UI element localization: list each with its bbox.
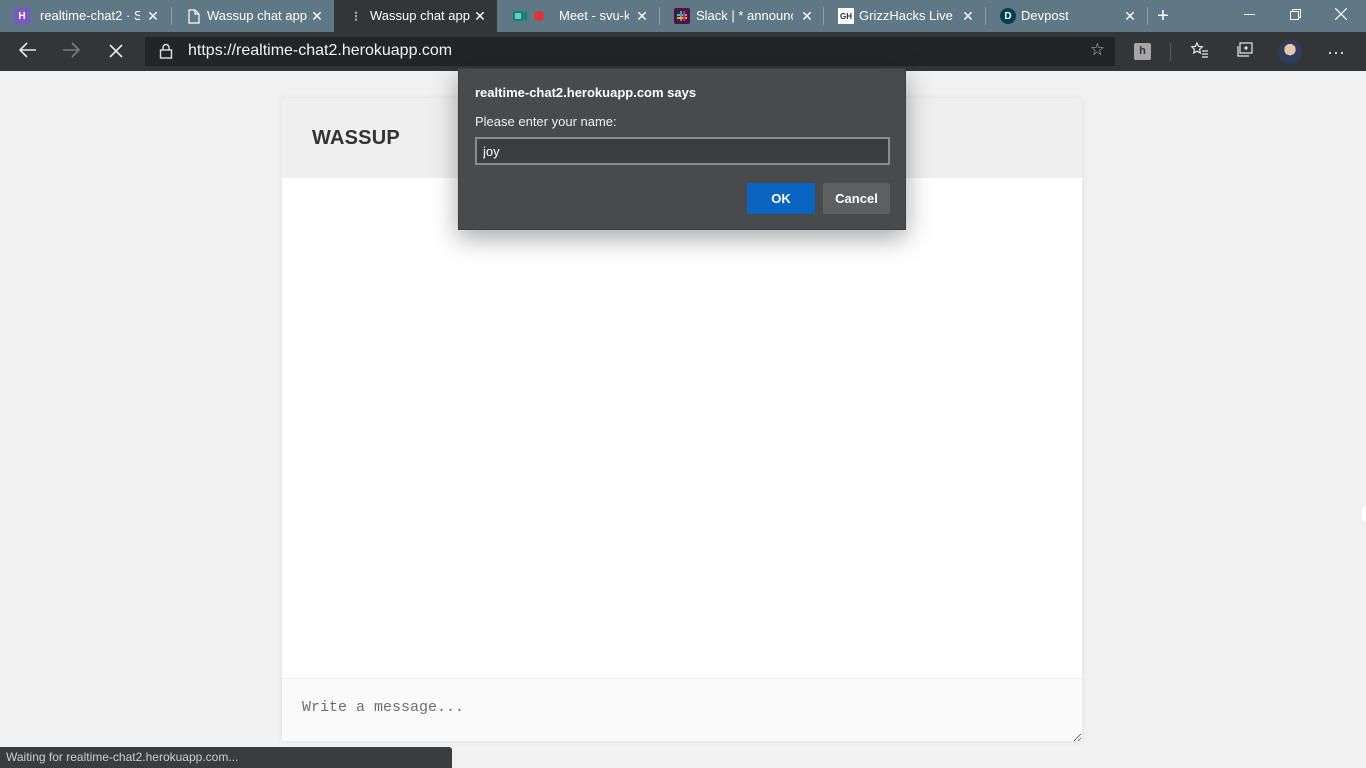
tab-realtime-chat2[interactable]: H realtime-chat2 · Se ✕ — [0, 0, 170, 32]
gh-icon: GH — [838, 8, 854, 24]
dialog-message: Please enter your name: — [475, 114, 617, 129]
close-tab-icon[interactable]: ✕ — [309, 8, 325, 24]
minimize-button[interactable] — [1226, 0, 1272, 32]
tab-meet[interactable]: Meet - svu-k ✕ — [498, 0, 658, 32]
forward-button[interactable] — [57, 38, 85, 66]
tab-slack[interactable]: Slack | * announce ✕ — [660, 0, 822, 32]
page-icon — [186, 8, 202, 24]
more-menu-icon[interactable]: ··· — [1322, 38, 1350, 66]
slack-icon — [674, 8, 690, 24]
browser-toolbar: https://realtime-chat2.herokuapp.com ☆ h… — [0, 32, 1366, 71]
dialog-title: realtime-chat2.herokuapp.com says — [475, 85, 697, 100]
meet-icon — [512, 8, 528, 24]
tab-title: realtime-chat2 · Se — [40, 8, 140, 23]
close-tab-icon[interactable]: ✕ — [1122, 8, 1138, 24]
prompt-dialog: realtime-chat2.herokuapp.com says Please… — [458, 68, 906, 230]
tab-title: Devpost — [1021, 8, 1069, 23]
favorites-icon[interactable] — [1186, 38, 1214, 66]
stop-loading-button[interactable] — [102, 38, 130, 66]
favorite-star-icon[interactable]: ☆ — [1090, 40, 1105, 60]
tab-strip: H realtime-chat2 · Se ✕ Wassup chat app … — [0, 0, 1366, 32]
close-window-button[interactable] — [1318, 0, 1364, 32]
loading-icon: ⁝ — [353, 7, 359, 24]
tab-wassup-active[interactable]: ⁝ Wassup chat app ✕ — [334, 0, 497, 32]
extension-icon[interactable]: h — [1134, 43, 1151, 60]
cancel-button[interactable]: Cancel — [823, 183, 890, 214]
message-input[interactable] — [282, 679, 1082, 742]
heroku-icon: H — [14, 8, 30, 24]
tab-divider — [1147, 7, 1148, 25]
messages-area — [282, 178, 1082, 678]
recording-dot-icon — [534, 11, 544, 21]
ok-button[interactable]: OK — [747, 183, 815, 214]
profile-avatar[interactable] — [1278, 40, 1302, 64]
tab-devpost[interactable]: D Devpost ✕ — [986, 0, 1146, 32]
close-tab-icon[interactable]: ✕ — [634, 8, 650, 24]
collections-icon[interactable] — [1231, 38, 1259, 66]
tab-wassup-1[interactable]: Wassup chat app ✕ — [172, 0, 332, 32]
close-tab-icon[interactable]: ✕ — [145, 8, 161, 24]
tab-title: GrizzHacks Live — [859, 8, 953, 23]
lock-icon — [159, 43, 173, 59]
tab-title: Wassup chat app — [370, 8, 470, 23]
devpost-icon: D — [1000, 8, 1016, 24]
tab-title: Slack | * announce — [696, 8, 793, 23]
name-input[interactable] — [475, 137, 890, 165]
new-tab-button[interactable]: + — [1152, 4, 1174, 28]
tab-grizzhacks[interactable]: GH GrizzHacks Live ✕ — [824, 0, 984, 32]
url-text: https://realtime-chat2.herokuapp.com — [188, 42, 453, 59]
back-button[interactable] — [14, 38, 42, 66]
tab-title: Meet - svu-k — [559, 8, 629, 23]
tab-title: Wassup chat app — [207, 8, 307, 23]
scrollbar[interactable] — [1362, 507, 1366, 521]
address-bar[interactable]: https://realtime-chat2.herokuapp.com ☆ — [145, 37, 1115, 66]
close-tab-icon[interactable]: ✕ — [799, 8, 815, 24]
toolbar-divider — [1170, 43, 1171, 61]
restore-button[interactable] — [1272, 0, 1318, 32]
status-bar: Waiting for realtime-chat2.herokuapp.com… — [0, 747, 452, 768]
close-tab-icon[interactable]: ✕ — [472, 8, 488, 24]
chat-title: WASSUP — [312, 127, 400, 149]
close-tab-icon[interactable]: ✕ — [960, 8, 976, 24]
message-composer — [282, 678, 1082, 742]
